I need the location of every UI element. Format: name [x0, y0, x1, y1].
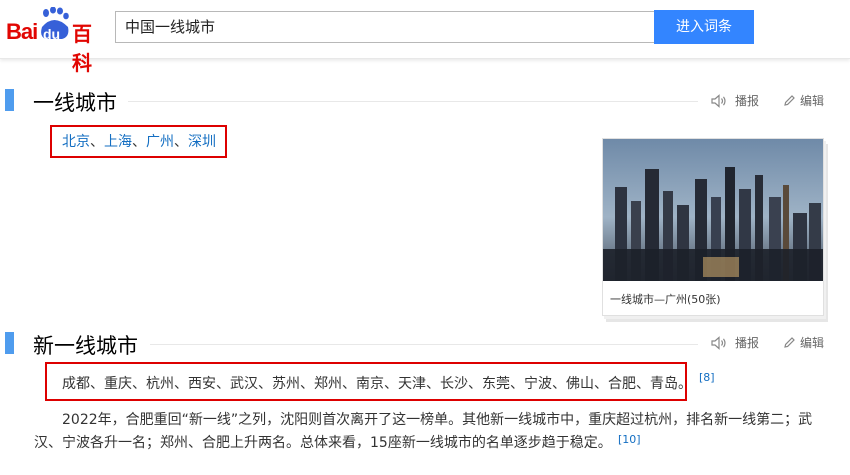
city-name: 合肥: [608, 376, 636, 392]
paragraph-line: 2022年，合肥重回“新一线”之列，沈阳则首次离开了这一榜单。其他新一线城市中，…: [62, 412, 813, 428]
city-name: 东莞: [482, 376, 510, 392]
city-name: 长沙: [440, 376, 468, 392]
citation-link[interactable]: [8]: [699, 371, 715, 384]
logo-baike: 百科: [72, 22, 92, 75]
enter-entry-button[interactable]: 进入词条: [654, 10, 754, 44]
section-title-new-tier1: 新一线城市: [33, 334, 138, 358]
citation-link[interactable]: [10]: [618, 433, 641, 446]
speaker-icon: [711, 93, 726, 108]
city-name: 青岛: [650, 376, 678, 392]
city-link[interactable]: 上海: [104, 134, 132, 150]
city-name: 杭州: [146, 376, 174, 392]
section-divider: [128, 101, 698, 102]
paragraph-line: 汉、宁波各升一名；郑州、合肥上升两名。总体来看，15座新一线城市的名单逐步趋于稳…: [34, 435, 612, 451]
section-divider: [150, 344, 698, 345]
city-name: 西安: [188, 376, 216, 392]
city-name: 宁波: [524, 376, 552, 392]
city-link[interactable]: 广州: [146, 134, 174, 150]
edit-label: 编辑: [800, 94, 825, 108]
photo-caption: 一线城市—广州(50张): [610, 293, 721, 306]
broadcast-button[interactable]: 播报: [711, 334, 759, 351]
broadcast-label: 播报: [735, 94, 760, 108]
section-accent-bar: [5, 332, 14, 354]
city-name: 南京: [356, 376, 384, 392]
city-name: 天津: [398, 376, 426, 392]
edit-button[interactable]: 编辑: [783, 334, 824, 351]
logo-du: du: [43, 26, 61, 42]
city-name: 佛山: [566, 376, 594, 392]
city-link[interactable]: 北京: [62, 134, 90, 150]
speaker-icon: [711, 335, 726, 350]
city-name: 重庆: [104, 376, 132, 392]
photo-album-card[interactable]: 一线城市—广州(50张): [602, 138, 824, 316]
search-input[interactable]: 中国一线城市: [115, 11, 654, 43]
edit-label: 编辑: [800, 336, 825, 350]
pencil-icon: [784, 337, 795, 348]
city-link[interactable]: 深圳: [188, 134, 216, 150]
broadcast-button[interactable]: 播报: [711, 92, 759, 109]
section-accent-bar: [5, 89, 14, 111]
tier1-city-list: 北京、上海、广州、深圳: [62, 134, 216, 150]
broadcast-label: 播报: [735, 336, 760, 350]
city-name: 成都: [62, 376, 90, 392]
section-title-tier1: 一线城市: [33, 91, 117, 115]
header-bar: Bai du 百科 中国一线城市 进入词条: [0, 0, 850, 75]
edit-button[interactable]: 编辑: [783, 92, 824, 109]
city-name: 郑州: [314, 376, 342, 392]
new-tier1-city-list: 成都、重庆、杭州、西安、武汉、苏州、郑州、南京、天津、长沙、东莞、宁波、佛山、合…: [62, 376, 692, 392]
pencil-icon: [784, 95, 795, 106]
city-skyline-image: [603, 139, 823, 281]
city-name: 武汉: [230, 376, 258, 392]
baidu-baike-logo[interactable]: Bai du 百科: [6, 7, 110, 75]
logo-bai: Bai: [6, 19, 38, 44]
city-name: 苏州: [272, 376, 300, 392]
